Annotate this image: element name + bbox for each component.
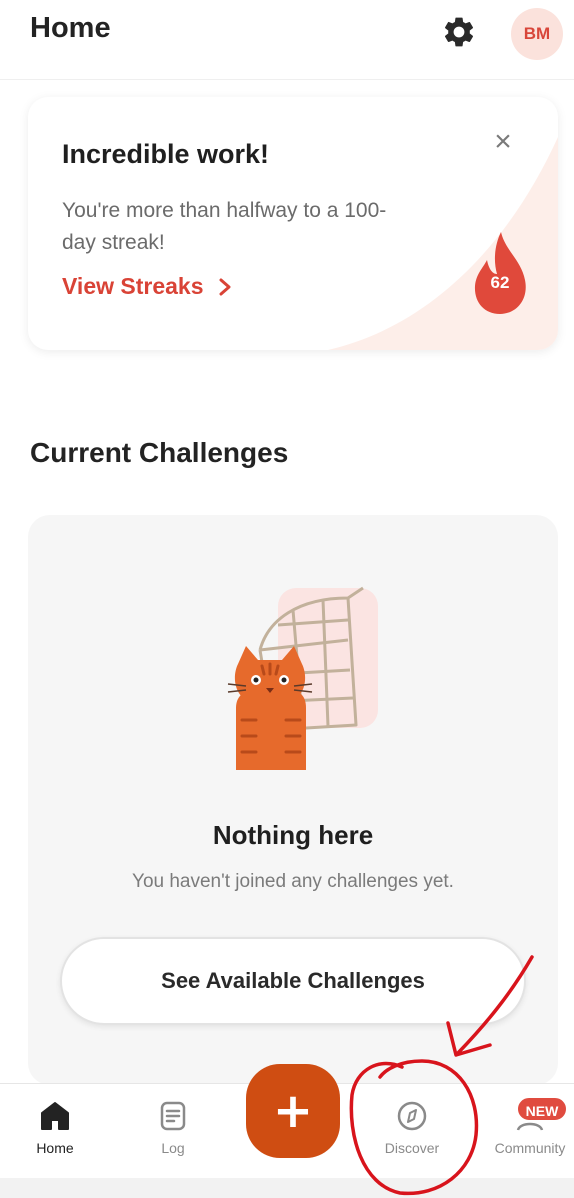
- tab-home[interactable]: Home: [22, 1084, 88, 1179]
- streak-title: Incredible work!: [62, 139, 270, 169]
- tab-label: Community: [494, 1140, 566, 1156]
- cat-with-box-illustration: [227, 586, 378, 770]
- tab-label: Home: [36, 1140, 74, 1156]
- app-header: Home BM: [0, 0, 574, 80]
- empty-state-title: Nothing here: [212, 820, 374, 850]
- tab-label: Discover: [384, 1140, 440, 1156]
- view-streaks-label: View Streaks: [62, 273, 204, 299]
- page-title: Home: [30, 12, 111, 44]
- avatar[interactable]: BM: [511, 8, 563, 60]
- tab-discover[interactable]: Discover: [370, 1084, 454, 1179]
- add-button[interactable]: +: [246, 1064, 340, 1158]
- system-nav-strip: [0, 1178, 574, 1198]
- compass-icon: [397, 1101, 427, 1131]
- tab-label: Log: [161, 1140, 185, 1156]
- log-icon: [160, 1101, 186, 1131]
- home-icon: [41, 1102, 69, 1130]
- close-icon[interactable]: ×: [488, 127, 518, 157]
- chevron-right-icon: [219, 278, 231, 295]
- streak-count: 62: [490, 273, 510, 292]
- view-streaks-link[interactable]: View Streaks: [62, 273, 232, 300]
- challenges-empty-card: Nothing here You haven't joined any chal…: [28, 515, 558, 1085]
- tab-log[interactable]: Log: [140, 1084, 206, 1179]
- gear-icon[interactable]: [441, 14, 477, 50]
- streak-card: Incredible work! You're more than halfwa…: [28, 97, 558, 350]
- new-badge: NEW: [516, 1096, 568, 1122]
- section-title-current-challenges: Current Challenges: [30, 437, 289, 468]
- see-available-challenges-button[interactable]: See Available Challenges: [60, 937, 526, 1025]
- empty-state-message: You haven't joined any challenges yet.: [132, 871, 454, 892]
- streak-message: You're more than halfway to a 100-day st…: [62, 199, 387, 254]
